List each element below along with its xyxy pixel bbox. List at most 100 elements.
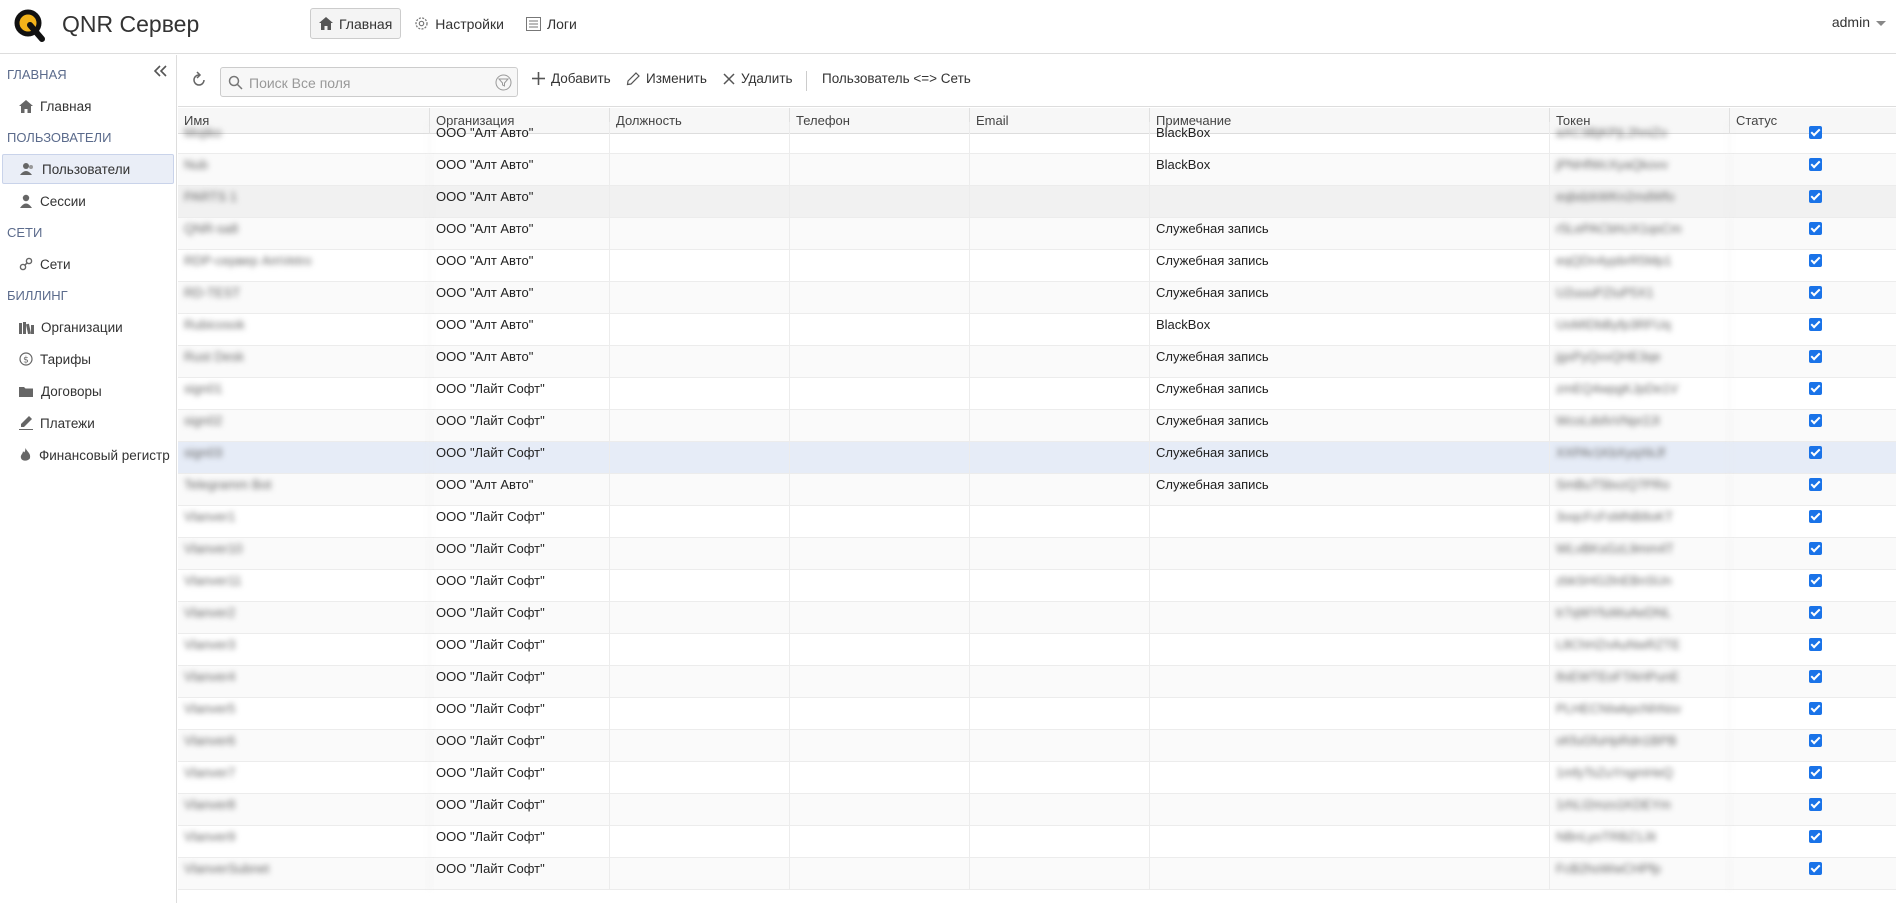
table-row[interactable]: VlanverSubnet ООО "Лайт Софт" FcB2hoWwCHPf… [178, 858, 1896, 890]
cell-token: WLvBKsGzL9mm4T [1550, 538, 1730, 570]
status-checkbox[interactable] [1809, 734, 1822, 747]
status-checkbox[interactable] [1809, 830, 1822, 843]
table-row[interactable]: Vlanver8 ООО "Лайт Софт" 1rhLI2mzo1KDEYm [178, 794, 1896, 826]
status-checkbox[interactable] [1809, 254, 1822, 267]
status-checkbox[interactable] [1809, 286, 1822, 299]
svg-text:$: $ [23, 356, 29, 366]
cell-email [970, 474, 1150, 506]
home-icon [319, 17, 333, 30]
cell-phone [790, 730, 970, 762]
status-checkbox[interactable] [1809, 542, 1822, 555]
cell-email [970, 186, 1150, 218]
status-checkbox[interactable] [1809, 414, 1822, 427]
status-checkbox[interactable] [1809, 318, 1822, 331]
cell-status [1730, 730, 1896, 762]
app-logo-icon[interactable] [12, 6, 48, 42]
table-row[interactable]: sign02 ООО "Лайт Софт" Служебная запись Wco… [178, 410, 1896, 442]
cell-position [610, 346, 790, 378]
table-row[interactable]: sign03 ООО "Лайт Софт" Служебная запись XXP… [178, 442, 1896, 474]
status-checkbox[interactable] [1809, 190, 1822, 203]
cell-phone [790, 762, 970, 794]
user-menu[interactable]: admin [1832, 14, 1886, 30]
cell-name: RD-TEST [178, 282, 430, 314]
sidebar-item-networks[interactable]: Сети [2, 249, 174, 279]
status-checkbox[interactable] [1809, 510, 1822, 523]
table-row[interactable]: Rust Desk ООО "Алт Авто" Служебная запись j… [178, 346, 1896, 378]
table-row[interactable]: Nub ООО "Алт Авто" BlackBox jPNHfWcXyaQkovv [178, 154, 1896, 186]
user-network-link-button[interactable]: Пользователь <=> Сеть [822, 71, 971, 86]
filter-icon[interactable] [495, 74, 512, 94]
status-checkbox[interactable] [1809, 702, 1822, 715]
refresh-icon[interactable] [190, 71, 208, 89]
table-row[interactable]: PARTS 1 ООО "Алт Авто" eqbdzkWKn2mdWfo [178, 186, 1896, 218]
nav-home-button[interactable]: Главная [310, 8, 402, 39]
sidebar-section-main: ГЛАВНАЯ [7, 67, 67, 82]
sidebar-item-sessions[interactable]: Сессии [2, 186, 174, 216]
nav-logs-button[interactable]: Логи [517, 8, 586, 39]
cell-email [970, 826, 1150, 858]
status-checkbox[interactable] [1809, 798, 1822, 811]
nav-settings-button[interactable]: Настройки [405, 8, 513, 39]
status-checkbox[interactable] [1809, 478, 1822, 491]
grid-toolbar: Добавить Изменить Удалить Пользователь <… [178, 55, 1896, 107]
table-row[interactable]: Vlanver1 ООО "Лайт Софт" 3oqcFcFsMNB8oKT [178, 506, 1896, 538]
sidebar-item-organizations[interactable]: Организации [2, 312, 174, 342]
sidebar-item-payments[interactable]: Платежи [2, 408, 174, 438]
status-checkbox[interactable] [1809, 638, 1822, 651]
table-row[interactable]: Rubicosok ООО "Алт Авто" BlackBox UoMIDbByf… [178, 314, 1896, 346]
status-checkbox[interactable] [1809, 766, 1822, 779]
table-row[interactable]: QNR-sa8 ООО "Алт Авто" Служебная запись r5L… [178, 218, 1896, 250]
cell-token: r5LePACbhUX1qsCm [1550, 218, 1730, 250]
status-checkbox[interactable] [1809, 158, 1822, 171]
status-checkbox[interactable] [1809, 670, 1822, 683]
collapse-sidebar-icon[interactable] [152, 63, 170, 79]
cell-phone [790, 378, 970, 410]
cell-name: QNR-sa8 [178, 218, 430, 250]
cell-phone [790, 506, 970, 538]
cell-status [1730, 282, 1896, 314]
cell-token: 1mfyTsZuYngmHeQ [1550, 762, 1730, 794]
table-row[interactable]: Vlanver10 ООО "Лайт Софт" WLvBKsGzL9mm4T [178, 538, 1896, 570]
sidebar: ГЛАВНАЯ Главная ПОЛЬЗОВАТЕЛИ Пользовател… [0, 55, 177, 903]
status-checkbox[interactable] [1809, 126, 1822, 139]
table-row[interactable]: RD-TEST ООО "Алт Авто" Служебная запись U2u… [178, 282, 1896, 314]
cell-name: sign03 [178, 442, 430, 474]
sidebar-item-financial-register[interactable]: Финансовый регистр [2, 440, 174, 470]
cell-token: aXC3BjKPjL2hniZo [1550, 122, 1730, 154]
cell-status [1730, 410, 1896, 442]
table-row[interactable]: Vlanver3 ООО "Лайт Софт" L8ChHZnAuNwRZTE [178, 634, 1896, 666]
search-input[interactable] [249, 72, 485, 94]
table-row[interactable]: sign01 ООО "Лайт Софт" Служебная запись zmE… [178, 378, 1896, 410]
sidebar-item-users[interactable]: Пользователи [2, 154, 174, 184]
table-row[interactable]: Vlanver5 ООО "Лайт Софт" PLHECNIwkpcNhNsv [178, 698, 1896, 730]
table-row[interactable]: Telegramm Bot ООО "Алт Авто" Служебная зап… [178, 474, 1896, 506]
cell-phone [790, 186, 970, 218]
cell-token: 1rhLI2mzo1KDEYm [1550, 794, 1730, 826]
status-checkbox[interactable] [1809, 862, 1822, 875]
sidebar-item-home[interactable]: Главная [2, 91, 174, 121]
table-row[interactable]: Vlanver6 ООО "Лайт Софт" xKfuGfuHpRdn1BPB [178, 730, 1896, 762]
table-row[interactable]: Vlanver7 ООО "Лайт Софт" 1mfyTsZuYngmHeQ [178, 762, 1896, 794]
status-checkbox[interactable] [1809, 574, 1822, 587]
cell-position [610, 122, 790, 154]
status-checkbox[interactable] [1809, 222, 1822, 235]
sidebar-item-tariffs[interactable]: $ Тарифы [2, 344, 174, 374]
table-row[interactable]: Vlanver2 ООО "Лайт Софт" tr7qWYfuWuAeDNL [178, 602, 1896, 634]
delete-button[interactable]: Удалить [723, 71, 793, 86]
cell-organization: ООО "Алт Авто" [430, 250, 610, 282]
cell-position [610, 378, 790, 410]
table-row[interactable]: Mojiko ООО "Алт Авто" BlackBox aXC3BjKPjL2h… [178, 122, 1896, 154]
table-row[interactable]: Vlanver11 ООО "Лайт Софт" zbkSHG2lnEBnSUn [178, 570, 1896, 602]
table-row[interactable]: Vlanver4 ООО "Лайт Софт" 8sEWTEoFTAHPunE [178, 666, 1896, 698]
search-field[interactable] [220, 67, 518, 97]
status-checkbox[interactable] [1809, 446, 1822, 459]
delete-button-label: Удалить [741, 71, 793, 86]
table-row[interactable]: RDP-сервер AmVetro ООО "Алт Авто" Служебна… [178, 250, 1896, 282]
table-row[interactable]: Vlanver9 ООО "Лайт Софт" NBnLyoTRBZ1Jit [178, 826, 1896, 858]
sidebar-item-contracts[interactable]: Договоры [2, 376, 174, 406]
status-checkbox[interactable] [1809, 382, 1822, 395]
edit-button[interactable]: Изменить [626, 71, 707, 86]
status-checkbox[interactable] [1809, 350, 1822, 363]
status-checkbox[interactable] [1809, 606, 1822, 619]
add-button[interactable]: Добавить [532, 71, 611, 86]
